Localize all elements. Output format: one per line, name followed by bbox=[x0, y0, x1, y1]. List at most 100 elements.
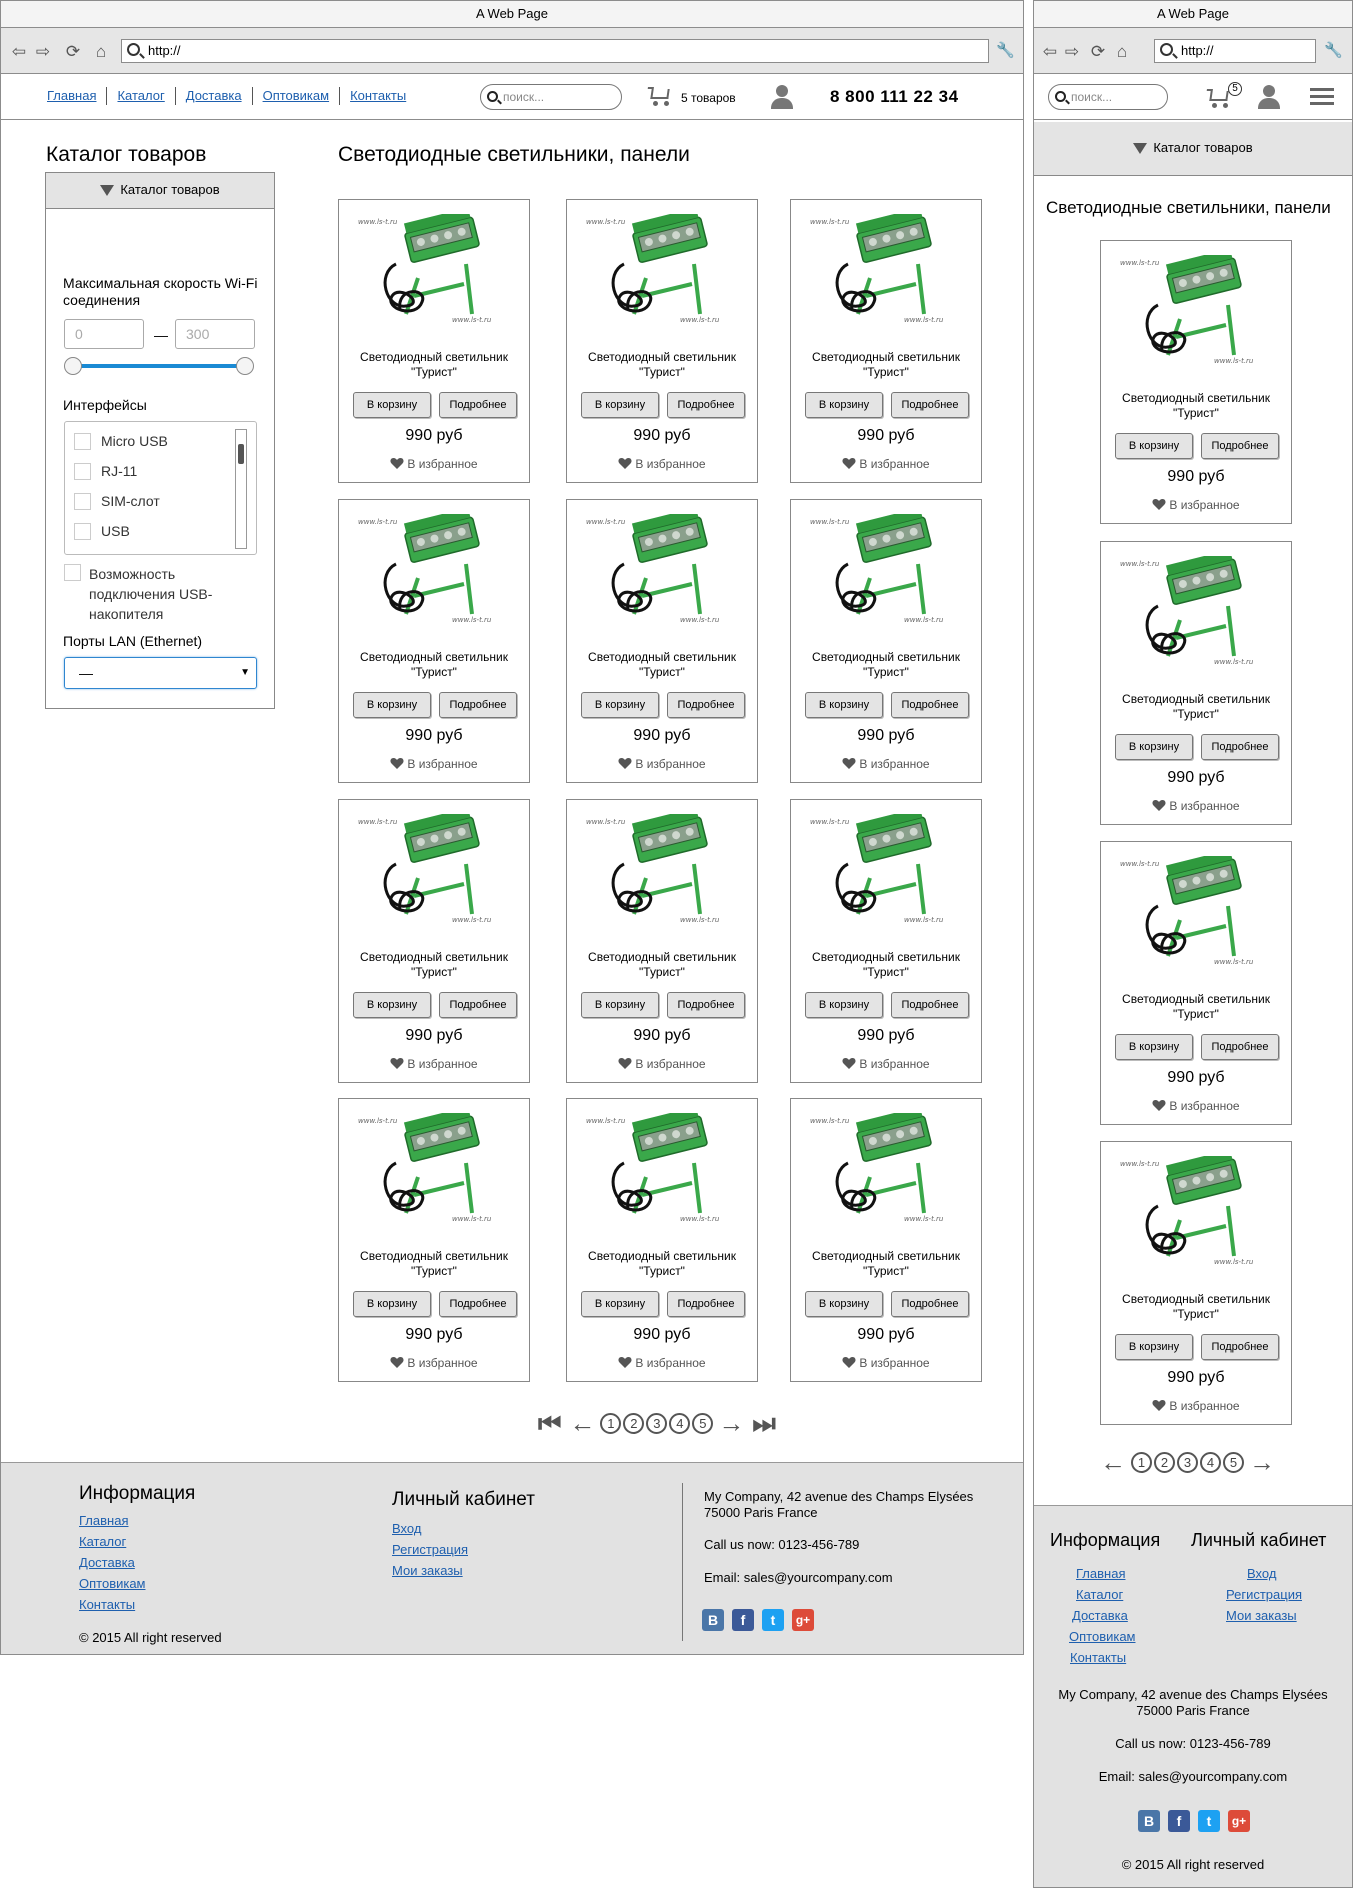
details-button[interactable]: Подробнее bbox=[1201, 433, 1279, 459]
add-to-favorites-link[interactable]: В избранное bbox=[567, 757, 757, 771]
product-title[interactable]: Светодиодный светильник "Турист" bbox=[339, 950, 529, 980]
footer-link-orders[interactable]: Мои заказы bbox=[1226, 1608, 1297, 1623]
product-title[interactable]: Светодиодный светильник "Турист" bbox=[339, 650, 529, 680]
add-to-favorites-link[interactable]: В избранное bbox=[339, 457, 529, 471]
range-slider-track[interactable] bbox=[70, 364, 248, 368]
product-image[interactable]: www.ls-t.ru www.ls-t.ru bbox=[584, 814, 740, 926]
catalog-dropdown-button[interactable]: Каталог товаров bbox=[1034, 122, 1352, 176]
add-to-cart-button[interactable]: В корзину bbox=[1115, 734, 1193, 760]
catalog-dropdown-button[interactable]: Каталог товаров bbox=[46, 173, 274, 209]
nav-link-home[interactable]: Главная bbox=[39, 87, 108, 105]
product-image[interactable]: www.ls-t.ru www.ls-t.ru bbox=[356, 214, 512, 326]
home-icon[interactable]: ⌂ bbox=[91, 42, 111, 62]
product-image[interactable]: www.ls-t.ru www.ls-t.ru bbox=[808, 514, 964, 626]
product-title[interactable]: Светодиодный светильник "Турист" bbox=[567, 1249, 757, 1279]
cart-icon[interactable] bbox=[647, 86, 673, 108]
footer-link-register[interactable]: Регистрация bbox=[1226, 1587, 1302, 1602]
reload-icon[interactable]: ⟳ bbox=[63, 42, 83, 62]
forward-arrow-icon[interactable]: ⇨ bbox=[33, 42, 53, 62]
last-page-icon[interactable]: ⏭ bbox=[752, 1410, 775, 1436]
url-input[interactable]: http:// bbox=[121, 39, 989, 63]
details-button[interactable]: Подробнее bbox=[667, 692, 745, 718]
vk-icon[interactable]: В bbox=[702, 1609, 724, 1631]
range-max-input[interactable]: 300 bbox=[175, 319, 255, 349]
add-to-favorites-link[interactable]: В избранное bbox=[339, 1356, 529, 1370]
add-to-favorites-link[interactable]: В избранное bbox=[1101, 498, 1291, 512]
add-to-favorites-link[interactable]: В избранное bbox=[567, 1356, 757, 1370]
product-title[interactable]: Светодиодный светильник "Турист" bbox=[567, 950, 757, 980]
twitter-icon[interactable]: t bbox=[1198, 1810, 1220, 1832]
add-to-cart-button[interactable]: В корзину bbox=[1115, 1334, 1193, 1360]
add-to-cart-button[interactable]: В корзину bbox=[805, 1291, 883, 1317]
product-image[interactable]: www.ls-t.ru www.ls-t.ru bbox=[356, 1113, 512, 1225]
nav-link-wholesale[interactable]: Оптовикам bbox=[253, 87, 341, 105]
page-4[interactable]: 4 bbox=[1200, 1452, 1221, 1473]
page-4[interactable]: 4 bbox=[669, 1413, 691, 1434]
product-title[interactable]: Светодиодный светильник "Турист" bbox=[1101, 1292, 1291, 1322]
page-1[interactable]: 1 bbox=[600, 1413, 622, 1434]
footer-link-register[interactable]: Регистрация bbox=[392, 1542, 468, 1557]
footer-link-wholesale[interactable]: Оптовикам bbox=[1069, 1629, 1136, 1644]
menu-icon[interactable] bbox=[1310, 88, 1334, 108]
product-image[interactable]: www.ls-t.ru www.ls-t.ru bbox=[356, 514, 512, 626]
footer-link-wholesale[interactable]: Оптовикам bbox=[79, 1576, 146, 1591]
add-to-cart-button[interactable]: В корзину bbox=[581, 392, 659, 418]
prev-page-icon[interactable]: ← bbox=[1100, 1449, 1126, 1475]
add-to-favorites-link[interactable]: В избранное bbox=[339, 757, 529, 771]
product-title[interactable]: Светодиодный светильник "Турист" bbox=[1101, 992, 1291, 1022]
page-5[interactable]: 5 bbox=[1223, 1452, 1244, 1473]
details-button[interactable]: Подробнее bbox=[439, 1291, 517, 1317]
product-image[interactable]: www.ls-t.ru www.ls-t.ru bbox=[584, 214, 740, 326]
add-to-cart-button[interactable]: В корзину bbox=[353, 1291, 431, 1317]
forward-arrow-icon[interactable]: ⇨ bbox=[1062, 42, 1082, 62]
product-image[interactable]: www.ls-t.ru www.ls-t.ru bbox=[1118, 556, 1274, 668]
details-button[interactable]: Подробнее bbox=[891, 392, 969, 418]
range-min-input[interactable]: 0 bbox=[64, 319, 144, 349]
add-to-favorites-link[interactable]: В избранное bbox=[791, 1356, 981, 1370]
details-button[interactable]: Подробнее bbox=[1201, 1334, 1279, 1360]
product-image[interactable]: www.ls-t.ru www.ls-t.ru bbox=[584, 514, 740, 626]
product-title[interactable]: Светодиодный светильник "Турист" bbox=[791, 350, 981, 380]
user-icon[interactable] bbox=[1258, 85, 1280, 109]
cart-count-label[interactable]: 5 товаров bbox=[681, 90, 736, 106]
add-to-cart-button[interactable]: В корзину bbox=[353, 692, 431, 718]
add-to-cart-button[interactable]: В корзину bbox=[805, 392, 883, 418]
page-5[interactable]: 5 bbox=[692, 1413, 714, 1434]
range-slider-max-handle[interactable] bbox=[236, 357, 254, 375]
wrench-icon[interactable]: 🔧 bbox=[996, 42, 1015, 60]
details-button[interactable]: Подробнее bbox=[667, 992, 745, 1018]
interface-checkbox[interactable] bbox=[74, 463, 91, 480]
details-button[interactable]: Подробнее bbox=[891, 992, 969, 1018]
product-title[interactable]: Светодиодный светильник "Турист" bbox=[1101, 692, 1291, 722]
product-image[interactable]: www.ls-t.ru www.ls-t.ru bbox=[356, 814, 512, 926]
page-3[interactable]: 3 bbox=[1177, 1452, 1198, 1473]
facebook-icon[interactable]: f bbox=[1168, 1810, 1190, 1832]
facebook-icon[interactable]: f bbox=[732, 1609, 754, 1631]
product-title[interactable]: Светодиодный светильник "Турист" bbox=[1101, 391, 1291, 421]
vk-icon[interactable]: В bbox=[1138, 1810, 1160, 1832]
user-icon[interactable] bbox=[771, 85, 793, 109]
footer-link-catalog[interactable]: Каталог bbox=[79, 1534, 126, 1549]
add-to-favorites-link[interactable]: В избранное bbox=[791, 757, 981, 771]
footer-link-home[interactable]: Главная bbox=[1076, 1566, 1125, 1581]
nav-link-delivery[interactable]: Доставка bbox=[176, 87, 253, 105]
details-button[interactable]: Подробнее bbox=[891, 1291, 969, 1317]
product-image[interactable]: www.ls-t.ru www.ls-t.ru bbox=[1118, 856, 1274, 968]
footer-link-home[interactable]: Главная bbox=[79, 1513, 128, 1528]
back-arrow-icon[interactable]: ⇦ bbox=[9, 42, 29, 62]
product-image[interactable]: www.ls-t.ru www.ls-t.ru bbox=[1118, 255, 1274, 367]
google-plus-icon[interactable]: g+ bbox=[1228, 1810, 1250, 1832]
add-to-cart-button[interactable]: В корзину bbox=[805, 992, 883, 1018]
page-3[interactable]: 3 bbox=[646, 1413, 668, 1434]
next-page-icon[interactable]: → bbox=[1249, 1449, 1275, 1475]
details-button[interactable]: Подробнее bbox=[1201, 1034, 1279, 1060]
interface-checkbox[interactable] bbox=[74, 433, 91, 450]
wrench-icon[interactable]: 🔧 bbox=[1324, 42, 1343, 60]
add-to-favorites-link[interactable]: В избранное bbox=[1101, 1399, 1291, 1413]
product-title[interactable]: Светодиодный светильник "Турист" bbox=[567, 350, 757, 380]
footer-link-delivery[interactable]: Доставка bbox=[1072, 1608, 1128, 1623]
footer-link-login[interactable]: Вход bbox=[1247, 1566, 1276, 1581]
footer-link-contacts[interactable]: Контакты bbox=[79, 1597, 135, 1612]
add-to-cart-button[interactable]: В корзину bbox=[1115, 1034, 1193, 1060]
search-input[interactable]: поиск... bbox=[480, 84, 622, 110]
